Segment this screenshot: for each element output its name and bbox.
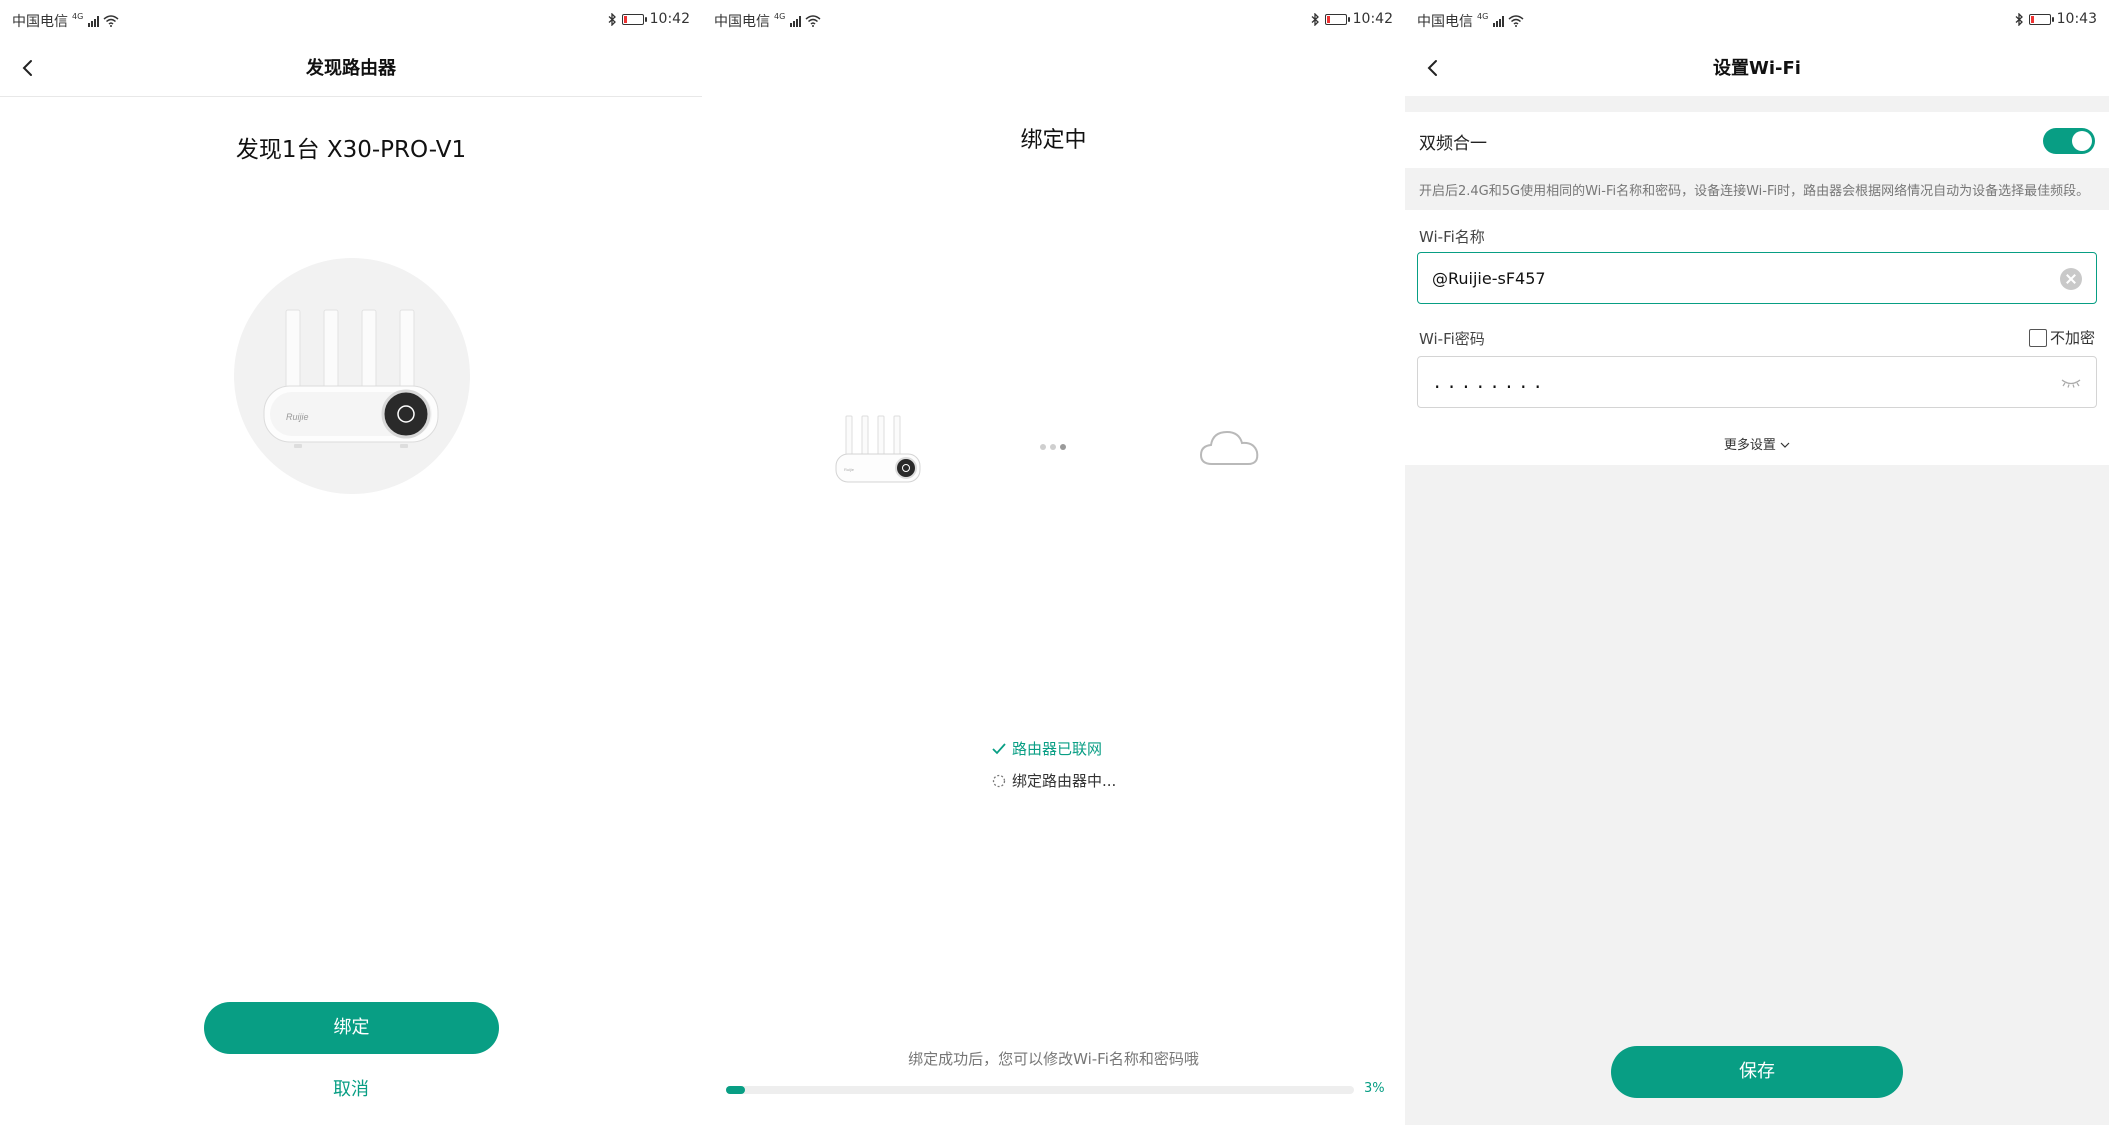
step-label: 绑定路由器中... <box>1012 772 1117 790</box>
discover-router-screen: 中国电信 4G 10:42 发现路由器 发现1台 X30-PRO-V1 Ruij… <box>0 0 702 1125</box>
checkbox-icon <box>2028 328 2047 347</box>
ssid-label: Wi-Fi名称 <box>1419 228 1485 246</box>
network-type: 4G <box>774 11 786 21</box>
ssid-input[interactable]: @Ruijie-sF457 <box>1417 252 2097 304</box>
connecting-dots <box>1040 444 1066 450</box>
status-bar: 中国电信 4G 10:43 <box>1405 0 2109 40</box>
password-label: Wi-Fi密码 <box>1419 330 1485 348</box>
clock: 10:42 <box>1352 11 1393 27</box>
cancel-button[interactable]: 取消 <box>0 1075 702 1101</box>
no-password-label: 不加密 <box>2049 329 2095 347</box>
progress-fill <box>726 1086 745 1094</box>
check-icon <box>992 742 1006 754</box>
password-value: ........ <box>1434 369 1549 393</box>
nav-bar: 设置Wi-Fi <box>1405 40 2109 96</box>
clear-icon[interactable] <box>2060 268 2082 290</box>
bind-button[interactable]: 绑定 <box>204 1002 499 1054</box>
ssid-value: @Ruijie-sF457 <box>1432 269 1546 288</box>
no-password-checkbox[interactable]: 不加密 <box>2028 327 2095 348</box>
clock: 10:43 <box>2056 11 2097 27</box>
signal-icon <box>1493 15 1505 27</box>
bind-hint: 绑定成功后，您可以修改Wi-Fi名称和密码哦 <box>908 1050 1199 1068</box>
status-bar: 中国电信 4G 10:42 <box>0 0 702 40</box>
binding-screen: 中国电信 4G 10:42 绑定中 Ruijie 路由器已联网 绑定路由器中..… <box>702 0 1405 1125</box>
router-icon: Ruijie <box>832 410 928 490</box>
bluetooth-icon <box>1311 12 1319 26</box>
clock: 10:42 <box>649 11 690 27</box>
dual-band-label: 双频合一 <box>1419 134 1487 154</box>
network-type: 4G <box>1477 11 1489 21</box>
page-title: 设置Wi-Fi <box>1713 58 1801 79</box>
network-type: 4G <box>72 11 84 21</box>
toggle-knob <box>2072 131 2092 151</box>
bluetooth-icon <box>2015 12 2023 26</box>
wifi-form: Wi-Fi名称 @Ruijie-sF457 Wi-Fi密码 不加密 ......… <box>1405 210 2109 465</box>
progress-bar <box>726 1086 1354 1094</box>
wifi-icon <box>1508 15 1524 27</box>
wifi-settings-screen: 中国电信 4G 10:43 设置Wi-Fi 双频合一 开启后2.4G和5G使用相… <box>1405 0 2109 1125</box>
battery-icon <box>1324 13 1350 25</box>
page-title: 发现路由器 <box>306 58 396 79</box>
step-binding-router: 绑定路由器中... <box>992 770 1116 791</box>
battery-icon <box>621 13 647 25</box>
dual-band-row: 双频合一 <box>1405 112 2109 168</box>
bluetooth-icon <box>608 12 616 26</box>
step-router-online: 路由器已联网 <box>992 738 1102 759</box>
signal-icon <box>790 15 802 27</box>
svg-text:Ruijie: Ruijie <box>286 412 309 422</box>
found-device-title: 发现1台 X30-PRO-V1 <box>235 137 467 163</box>
carrier-label: 中国电信 <box>12 14 68 30</box>
step-label: 路由器已联网 <box>1012 740 1103 758</box>
more-settings-button[interactable]: 更多设置 <box>1405 434 2109 453</box>
divider <box>0 96 702 97</box>
nav-bar: 发现路由器 <box>0 40 702 96</box>
router-illustration: Ruijie <box>263 309 439 448</box>
dual-band-description: 开启后2.4G和5G使用相同的Wi-Fi名称和密码，设备连接Wi-Fi时，路由器… <box>1419 184 2090 199</box>
svg-text:Ruijie: Ruijie <box>844 467 855 472</box>
carrier-label: 中国电信 <box>714 14 770 30</box>
more-settings-label: 更多设置 <box>1723 438 1776 453</box>
save-button[interactable]: 保存 <box>1611 1046 1903 1098</box>
signal-icon <box>88 15 100 27</box>
status-bar: 中国电信 4G 10:42 <box>702 0 1405 40</box>
eye-closed-icon[interactable] <box>2060 377 2082 389</box>
progress-percent: 3% <box>1364 1081 1385 1096</box>
wifi-icon <box>103 15 119 27</box>
spinner-icon <box>992 774 1006 787</box>
chevron-down-icon <box>1780 442 1790 448</box>
battery-icon <box>2028 13 2054 25</box>
router-image: Ruijie <box>234 258 470 494</box>
password-input[interactable]: ........ <box>1417 356 2097 408</box>
wifi-icon <box>805 15 821 27</box>
cloud-icon <box>1198 424 1262 474</box>
carrier-label: 中国电信 <box>1417 14 1473 30</box>
dual-band-toggle[interactable] <box>2043 128 2095 154</box>
page-title: 绑定中 <box>1020 128 1087 153</box>
